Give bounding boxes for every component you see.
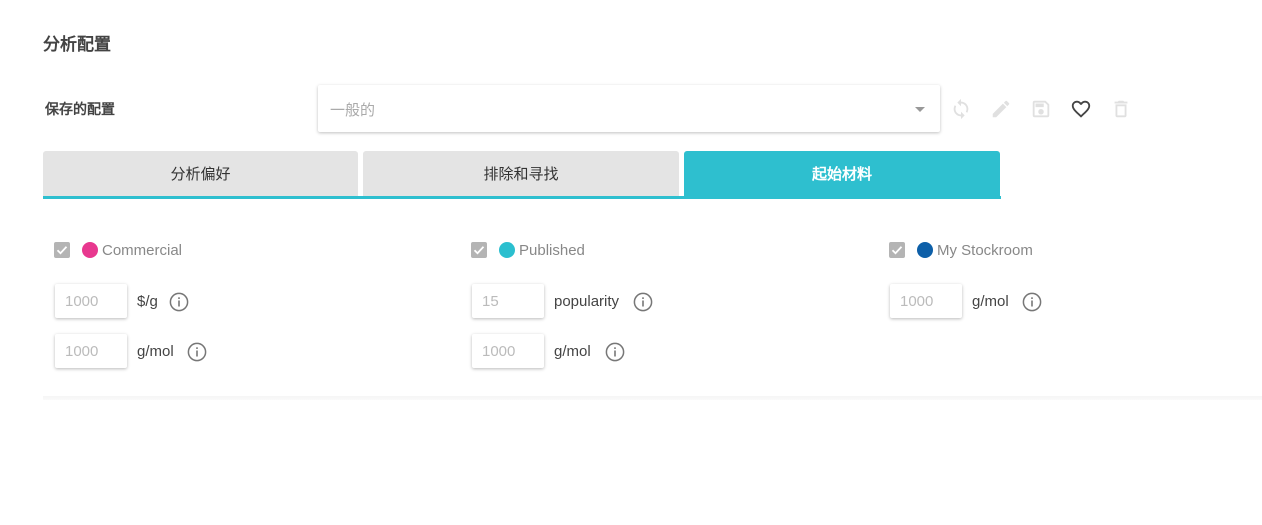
published-color-dot xyxy=(499,242,515,258)
info-icon[interactable] xyxy=(633,292,653,312)
panel-divider xyxy=(43,396,1262,400)
saved-config-select[interactable]: 一般的 xyxy=(318,85,940,132)
published-popularity-unit: popularity xyxy=(554,293,620,310)
saved-config-placeholder: 一般的 xyxy=(330,102,376,119)
tab-underline xyxy=(43,196,1001,199)
stockroom-mw-unit: g/mol xyxy=(972,293,1009,310)
commercial-label: Commercial xyxy=(102,242,183,259)
commercial-price-unit: $/g xyxy=(137,293,158,310)
published-mw-input[interactable] xyxy=(472,334,544,368)
tab-starting-materials[interactable]: 起始材料 xyxy=(684,151,1000,196)
published-mw-unit: g/mol xyxy=(554,343,591,360)
info-icon[interactable] xyxy=(169,292,189,312)
edit-icon[interactable] xyxy=(990,98,1012,120)
refresh-icon[interactable] xyxy=(950,98,972,120)
page-title: 分析配置 xyxy=(43,35,111,54)
heart-icon[interactable] xyxy=(1070,98,1092,120)
tab-exclude-and-find[interactable]: 排除和寻找 xyxy=(363,151,679,196)
published-popularity-input[interactable] xyxy=(472,284,544,318)
commercial-mw-input[interactable] xyxy=(55,334,127,368)
info-icon[interactable] xyxy=(187,342,207,362)
tab-analysis-preferences[interactable]: 分析偏好 xyxy=(43,151,358,196)
published-checkbox[interactable] xyxy=(471,242,487,258)
commercial-mw-unit: g/mol xyxy=(137,343,174,360)
saved-config-label: 保存的配置 xyxy=(45,101,115,117)
stockroom-color-dot xyxy=(917,242,933,258)
stockroom-checkbox[interactable] xyxy=(889,242,905,258)
published-label: Published xyxy=(519,242,585,259)
info-icon[interactable] xyxy=(1022,292,1042,312)
commercial-price-input[interactable] xyxy=(55,284,127,318)
commercial-checkbox[interactable] xyxy=(54,242,70,258)
stockroom-mw-input[interactable] xyxy=(890,284,962,318)
info-icon[interactable] xyxy=(605,342,625,362)
save-icon[interactable] xyxy=(1030,98,1052,120)
chevron-down-icon xyxy=(915,107,925,112)
commercial-color-dot xyxy=(82,242,98,258)
stockroom-label: My Stockroom xyxy=(937,242,1033,259)
delete-icon[interactable] xyxy=(1110,98,1132,120)
